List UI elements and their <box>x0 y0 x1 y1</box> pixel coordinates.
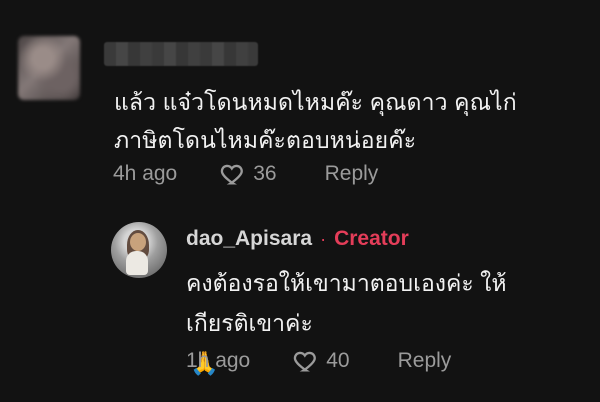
blurred-username <box>104 42 258 66</box>
reply-like-count: 40 <box>326 349 350 372</box>
heart-icon <box>294 351 317 372</box>
reply-timestamp: 1h ago <box>186 349 251 372</box>
avatar-face <box>130 233 146 251</box>
creator-avatar[interactable] <box>111 222 167 278</box>
reply-reply-button[interactable]: Reply <box>398 349 452 373</box>
creator-badge: Creator <box>334 227 409 250</box>
comment-timestamp: 4h ago <box>113 162 178 185</box>
avatar-body <box>126 251 148 275</box>
reply-actions: 1h ago 40 Reply <box>186 347 451 375</box>
reply-text-line-1: คงต้องรอให้เขามาตอบเองค่ะ ให้ <box>186 270 507 296</box>
comment-text-line-2: ภาษิตโดนไหมค๊ะตอบหน่อยค๊ะ <box>114 127 417 153</box>
comment-text-line-1: แล้ว แจ๋วโดนหมดไหมค๊ะ คุณดาว คุณไก่ <box>114 89 517 115</box>
reply-like-button[interactable]: 40 <box>292 347 350 375</box>
reply-header: dao_Apisara · Creator <box>186 227 409 251</box>
comment-like-count: 36 <box>253 162 277 185</box>
reply-text-line-2-content: เกียรติเขาค่ะ <box>186 310 313 336</box>
separator-dot: · <box>320 228 327 249</box>
heart-icon <box>221 164 244 185</box>
blurred-avatar[interactable] <box>18 36 80 100</box>
comment-like-button[interactable]: 36 <box>219 160 277 188</box>
comments-screen: แล้ว แจ๋วโดนหมดไหมค๊ะ คุณดาว คุณไก่ ภาษิ… <box>0 0 600 402</box>
comment-actions: 4h ago 36 Reply <box>113 160 378 188</box>
comment-text: แล้ว แจ๋วโดนหมดไหมค๊ะ คุณดาว คุณไก่ ภาษิ… <box>114 83 584 159</box>
reply-username[interactable]: dao_Apisara <box>186 227 312 251</box>
comment-reply-button[interactable]: Reply <box>325 162 379 186</box>
